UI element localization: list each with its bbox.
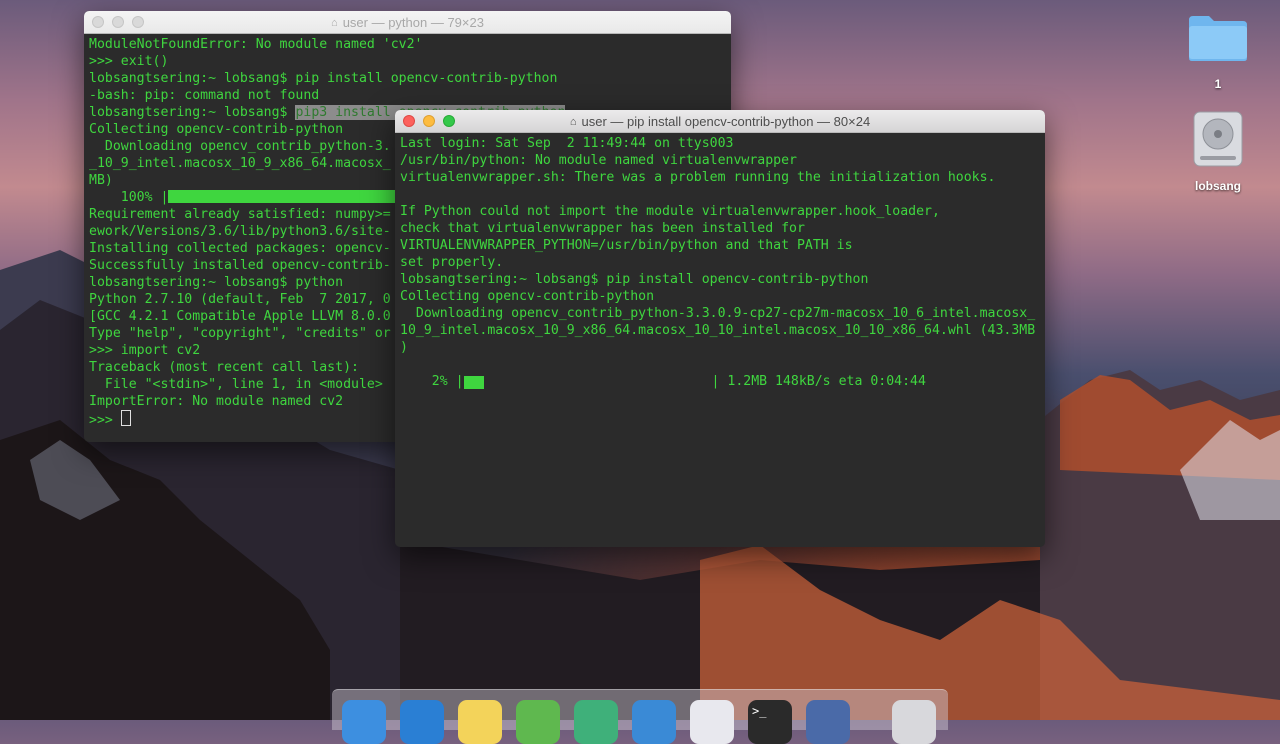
window-title: user — python — 79×23 — [342, 15, 484, 30]
terminal-line: lobsangtsering:~ lobsang$ pip install op… — [400, 272, 869, 287]
terminal-line: >>> exit() — [89, 53, 726, 70]
line-text: Traceback (most recent call last): — [89, 360, 359, 375]
terminal-line: virtualenvwrapper.sh: There was a proble… — [400, 170, 996, 185]
terminal-window-pip[interactable]: ⌂ user — pip install opencv-contrib-pytho… — [395, 110, 1045, 547]
line-text: ImportError: No module named cv2 — [89, 394, 344, 409]
terminal-line: Collecting opencv-contrib-python — [400, 289, 655, 304]
home-icon: ⌂ — [569, 116, 577, 128]
terminal-line: lobsangtsering:~ lobsang$ pip install op… — [89, 70, 726, 87]
line-text: >>> import cv2 — [89, 343, 201, 358]
line-text: -bash: pip: command not found — [89, 88, 320, 103]
line-text: _10_9_intel.macosx_10_9_x86_64.macosx_ — [89, 156, 391, 171]
launchpad-icon[interactable] — [806, 700, 850, 744]
desktop-drive-label: lobsang — [1194, 179, 1241, 193]
close-button[interactable] — [403, 115, 415, 127]
safari-icon[interactable] — [400, 700, 444, 744]
itunes-icon[interactable] — [690, 700, 734, 744]
terminal-icon[interactable]: >_ — [748, 700, 792, 744]
folder-icon — [1189, 16, 1247, 61]
zoom-button[interactable] — [132, 16, 144, 28]
line-text: ModuleNotFoundError: No module named 'cv… — [89, 37, 423, 52]
desktop-folder-label: 1 — [1214, 77, 1222, 91]
line-text: ework/Versions/3.6/lib/python3.6/site- — [89, 224, 391, 239]
zoom-button[interactable] — [443, 115, 455, 127]
desktop-drive[interactable]: lobsang — [1186, 108, 1250, 193]
progress-bar — [463, 375, 712, 389]
titlebar[interactable]: ⌂ user — pip install opencv-contrib-pytho… — [395, 110, 1045, 133]
terminal-line: If Python could not import the module vi… — [400, 204, 940, 219]
line-text: 100% | — [89, 190, 169, 205]
line-text: lobsangtsering:~ lobsang$ python — [89, 275, 344, 290]
hard-drive-icon — [1193, 111, 1243, 167]
terminal-line: set properly. — [400, 255, 504, 270]
line-text: >>> — [89, 413, 121, 428]
progress-bar-fill — [168, 190, 399, 203]
line-text: Type "help", "copyright", "credits" or — [89, 326, 391, 341]
text-cursor — [120, 410, 131, 426]
terminal-line: -bash: pip: command not found — [89, 87, 726, 104]
line-text: Successfully installed opencv-contrib- — [89, 258, 391, 273]
home-icon: ⌂ — [331, 17, 338, 29]
trash-icon[interactable] — [892, 700, 936, 744]
line-text: lobsangtsering:~ lobsang$ — [89, 105, 296, 120]
line-text: Python 2.7.10 (default, Feb 7 2017, 0 — [89, 292, 391, 307]
finder-icon[interactable] — [342, 700, 386, 744]
terminal-line: 10_9_intel.macosx_10_9_x86_64.macosx_10_… — [400, 323, 1036, 338]
atom-icon[interactable] — [574, 700, 618, 744]
titlebar[interactable]: ⌂ user — python — 79×23 — [84, 11, 731, 34]
close-button[interactable] — [92, 16, 104, 28]
terminal-line: Last login: Sat Sep 2 11:49:44 on ttys00… — [400, 136, 734, 151]
terminal-line: Downloading opencv_contrib_python-3.3.0.… — [400, 306, 1036, 321]
line-text: Collecting opencv-contrib-python — [89, 122, 344, 137]
progress-bar-fill — [463, 376, 484, 389]
dock: >_ — [332, 689, 948, 744]
terminal-output[interactable]: Last login: Sat Sep 2 11:49:44 on ttys00… — [395, 133, 1045, 392]
notes-icon[interactable] — [458, 700, 502, 744]
line-text: >>> exit() — [89, 54, 169, 69]
terminal-line: VIRTUALENVWRAPPER_PYTHON=/usr/bin/python… — [400, 238, 853, 253]
progress-percent: 2% | — [400, 374, 464, 389]
line-text: [GCC 4.2.1 Compatible Apple LLVM 8.0.0 — [89, 309, 391, 324]
progress-line: 2% | | 1.2MB 148kB/s eta 0:04:44 — [400, 373, 1040, 390]
terminal-line: ) — [400, 340, 408, 355]
desktop-folder[interactable]: 1 — [1186, 12, 1250, 91]
line-text: File "<stdin>", line 1, in <module> — [89, 377, 383, 392]
progress-stats: | 1.2MB 148kB/s eta 0:04:44 — [711, 374, 926, 389]
line-text: lobsangtsering:~ lobsang$ pip install op… — [89, 71, 558, 86]
terminal-line: check that virtualenvwrapper has been in… — [400, 221, 805, 236]
xcode-icon[interactable] — [632, 700, 676, 744]
line-text: Installing collected packages: opencv- — [89, 241, 391, 256]
terminal-line: /usr/bin/python: No module named virtual… — [400, 153, 797, 168]
settings-gear-icon[interactable] — [516, 700, 560, 744]
line-text: MB) — [89, 173, 113, 188]
minimize-button[interactable] — [112, 16, 124, 28]
line-text: Requirement already satisfied: numpy>= — [89, 207, 391, 222]
terminal-line: ModuleNotFoundError: No module named 'cv… — [89, 36, 726, 53]
minimize-button[interactable] — [423, 115, 435, 127]
line-text: Downloading opencv_contrib_python-3. — [89, 139, 391, 154]
window-title: user — pip install opencv-contrib-python… — [581, 114, 871, 129]
